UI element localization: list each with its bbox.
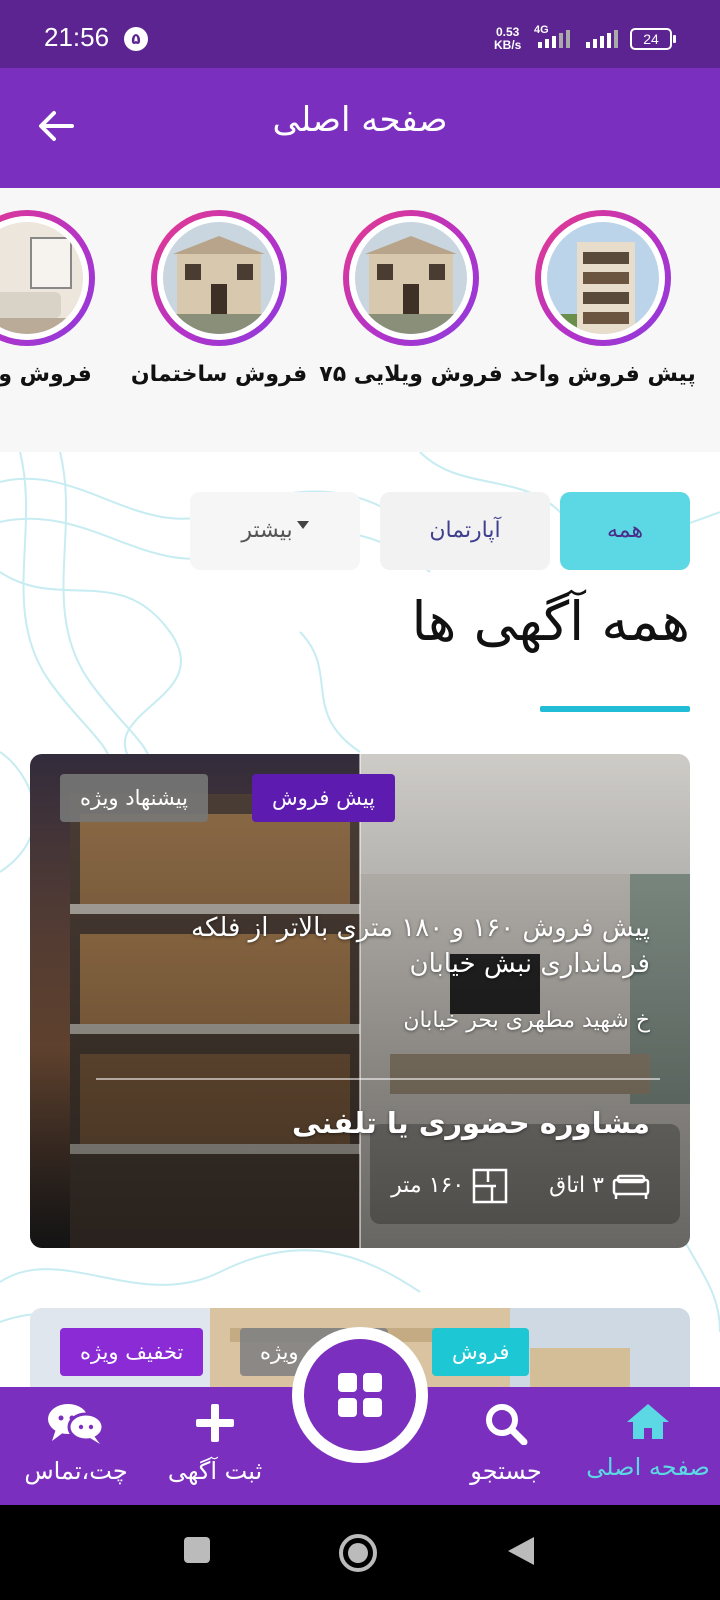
bottom-navigation: صفحه اصلی جستجو ثبت آگهی چت،تماس — [0, 1327, 720, 1505]
tab-apartment[interactable]: آپارتمان — [380, 492, 550, 570]
section-underline — [540, 706, 690, 712]
story-thumbnail — [0, 222, 83, 334]
story-thumbnail — [163, 222, 275, 334]
tab-more[interactable]: بیشتر — [190, 492, 360, 570]
story-label: فروش ساختمان — [130, 362, 308, 387]
floor-plan-icon — [472, 1168, 508, 1204]
listing-address: خ شهید مطهری بحر خیابان — [403, 1008, 650, 1033]
nav-home[interactable]: صفحه اصلی — [576, 1401, 720, 1481]
rooms-info: ۳ اتاق — [549, 1172, 650, 1200]
story-thumbnail — [355, 222, 467, 334]
rooms-value: ۳ اتاق — [549, 1173, 604, 1198]
listings-section: همه آپارتمان بیشتر همه آگهی ها پیش فروش … — [0, 452, 720, 1387]
network-speed: 0.53 KB/s — [494, 25, 522, 52]
notification-count-badge: ۵ — [124, 27, 148, 51]
area-info: ۱۶۰ متر — [391, 1168, 508, 1204]
story-label: پیش فروش واحد — [510, 362, 696, 387]
app-bar: صفحه اصلی — [0, 68, 720, 188]
story-thumbnail — [547, 222, 659, 334]
status-time: 21:56 — [44, 22, 110, 52]
tab-all[interactable]: همه — [560, 492, 690, 570]
story-item[interactable]: پیش فروش واحد — [508, 210, 698, 387]
story-label: فروش واحد — [0, 362, 92, 387]
card-divider — [96, 1078, 660, 1080]
nav-search-label: جستجو — [470, 1457, 542, 1485]
categories-fab-button[interactable] — [304, 1339, 416, 1451]
listing-consult-text: مشاوره حضوری یا تلفنی — [292, 1106, 650, 1140]
bed-icon — [612, 1174, 650, 1199]
area-value: ۱۶۰ متر — [391, 1173, 465, 1198]
listing-meta: ۳ اتاق ۱۶۰ متر — [357, 1168, 650, 1204]
search-icon — [486, 1404, 528, 1446]
recents-icon[interactable] — [182, 1535, 212, 1565]
grid-icon — [338, 1373, 382, 1417]
stories-strip: پیش فروش واحد فروش ویلایی ۷۵ فروش ساختما… — [0, 188, 720, 452]
battery-icon: 24 — [630, 28, 676, 50]
listing-title: پیش فروش ۱۶۰ و ۱۸۰ متری بالاتر از فلکه ف… — [191, 913, 650, 979]
nav-chat-contact[interactable]: چت،تماس — [6, 1401, 146, 1485]
home-icon — [627, 1404, 669, 1439]
badge-special-discount: تخفیف ویژه — [60, 1328, 204, 1376]
nav-search[interactable]: جستجو — [446, 1401, 566, 1485]
badge-sale: فروش — [432, 1328, 530, 1376]
nav-add-label: ثبت آگهی — [167, 1457, 263, 1485]
badge-special-offer: پیشنهاد ویژه — [60, 774, 208, 822]
back-triangle-icon[interactable] — [506, 1535, 536, 1567]
system-navigation-bar — [0, 1505, 720, 1600]
home-button-icon[interactable] — [338, 1533, 378, 1573]
status-bar: 21:56 ۵ 0.53 KB/s 4G 24 — [0, 0, 720, 68]
section-title: همه آگهی ها — [411, 590, 690, 653]
plus-icon — [196, 1404, 234, 1442]
nav-home-label: صفحه اصلی — [586, 1453, 710, 1481]
story-item[interactable]: فروش واحد — [0, 210, 122, 387]
story-label: فروش ویلایی ۷۵ — [319, 362, 503, 387]
tab-more-label: بیشتر — [241, 518, 293, 543]
chat-bubbles-icon — [48, 1404, 105, 1444]
signal-icon — [586, 30, 618, 48]
listing-card[interactable]: پیش فروش پیشنهاد ویژه پیش فروش ۱۶۰ و ۱۸۰… — [30, 754, 690, 1248]
nav-chat-label: چت،تماس — [24, 1457, 128, 1485]
badge-presale: پیش فروش — [252, 774, 396, 822]
caret-down-icon — [296, 521, 309, 529]
nav-add-listing[interactable]: ثبت آگهی — [150, 1401, 280, 1485]
signal-icon — [538, 30, 570, 48]
story-item[interactable]: فروش ویلایی ۷۵ — [316, 210, 506, 387]
page-title: صفحه اصلی — [272, 100, 448, 140]
story-item[interactable]: فروش ساختمان — [124, 210, 314, 387]
